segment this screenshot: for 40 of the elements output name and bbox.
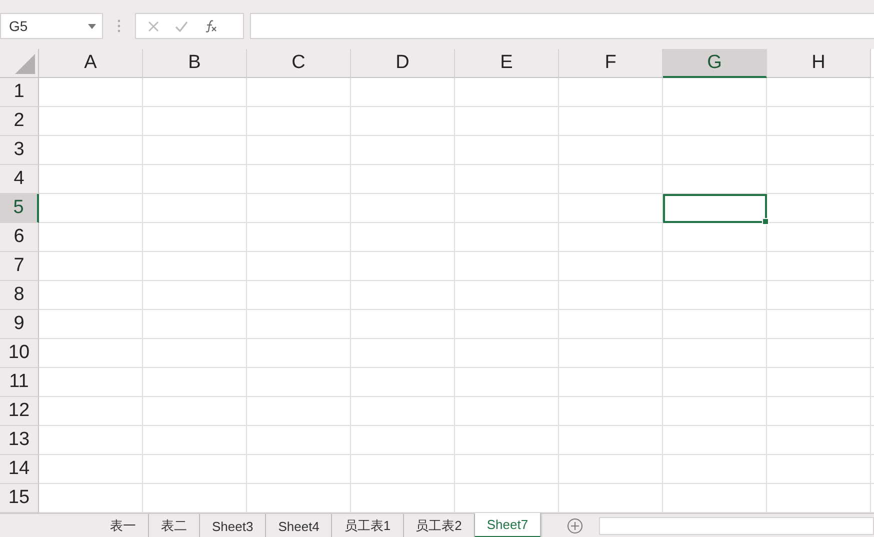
row-header[interactable]: 14 bbox=[0, 455, 39, 484]
sheet-tab[interactable]: 表二 bbox=[149, 514, 200, 537]
row-header[interactable]: 6 bbox=[0, 223, 39, 252]
column-header[interactable]: E bbox=[455, 49, 559, 78]
row-header[interactable]: 10 bbox=[0, 339, 39, 368]
row-header[interactable]: 13 bbox=[0, 426, 39, 455]
row-header[interactable]: 11 bbox=[0, 368, 39, 397]
row-header[interactable]: 4 bbox=[0, 165, 39, 194]
row-header[interactable]: 12 bbox=[0, 397, 39, 426]
row-header[interactable]: 1 bbox=[0, 78, 39, 107]
fill-handle[interactable] bbox=[762, 218, 769, 225]
cancel-icon[interactable] bbox=[148, 20, 159, 32]
column-header[interactable]: B bbox=[143, 49, 247, 78]
column-header[interactable]: F bbox=[559, 49, 663, 78]
column-header[interactable]: A bbox=[39, 49, 143, 78]
sheet-tab[interactable]: Sheet4 bbox=[266, 514, 332, 537]
sheet-tab[interactable]: 表一 bbox=[98, 514, 149, 537]
row-header[interactable]: 2 bbox=[0, 107, 39, 136]
row-header[interactable]: 9 bbox=[0, 310, 39, 339]
check-icon[interactable] bbox=[175, 20, 188, 32]
row-header[interactable]: 5 bbox=[0, 194, 39, 223]
column-header[interactable]: H bbox=[767, 49, 871, 78]
sheet-tab[interactable]: Sheet3 bbox=[200, 514, 266, 537]
sheet-tab[interactable]: Sheet7 bbox=[474, 513, 542, 537]
row-header[interactable]: 8 bbox=[0, 281, 39, 310]
row-header[interactable]: 15 bbox=[0, 484, 39, 513]
row-header[interactable]: 7 bbox=[0, 252, 39, 281]
sheet-tab[interactable]: 员工表1 bbox=[332, 514, 404, 537]
function-icon[interactable] bbox=[204, 19, 218, 33]
name-box[interactable]: G5 bbox=[0, 13, 103, 39]
column-header[interactable]: C bbox=[247, 49, 351, 78]
more-options-icon[interactable] bbox=[117, 19, 121, 33]
add-sheet-icon[interactable] bbox=[567, 518, 584, 534]
dropdown-caret-icon[interactable] bbox=[88, 24, 96, 28]
selected-cell[interactable] bbox=[663, 194, 767, 223]
column-header[interactable]: G bbox=[663, 49, 767, 78]
select-all-icon[interactable] bbox=[15, 54, 35, 74]
column-header[interactable]: D bbox=[351, 49, 455, 78]
cell-reference: G5 bbox=[9, 18, 28, 34]
row-header[interactable]: 3 bbox=[0, 136, 39, 165]
